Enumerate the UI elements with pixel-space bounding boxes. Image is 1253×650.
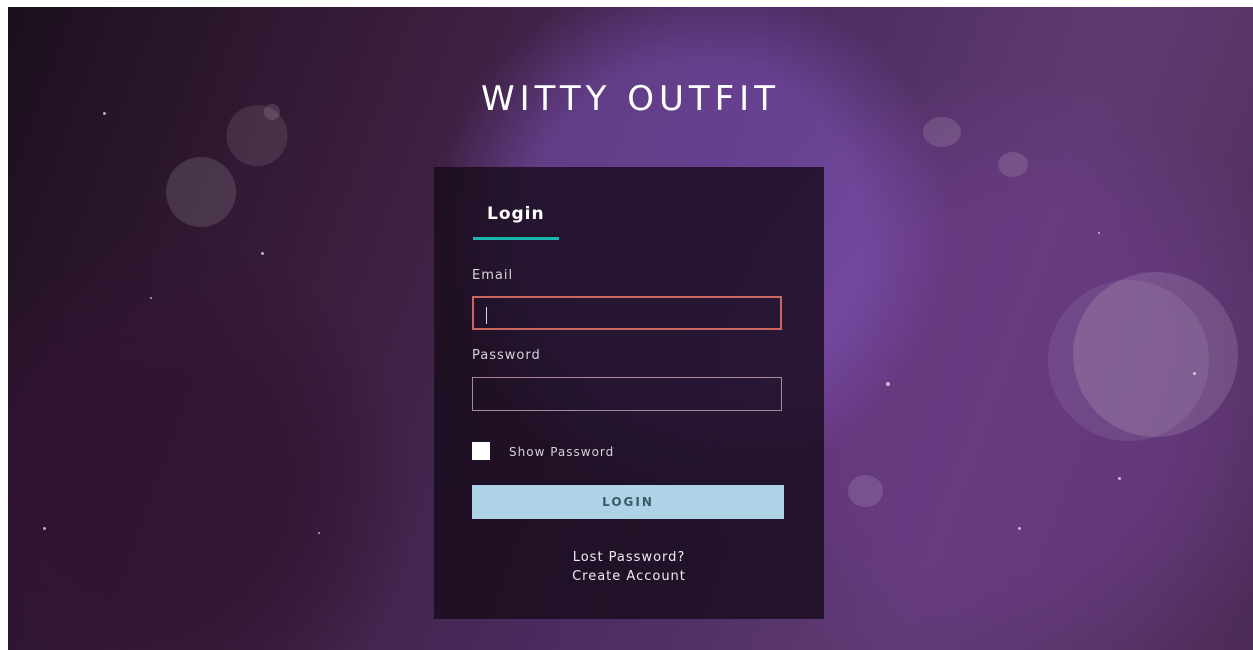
email-field[interactable] [472, 296, 782, 330]
bokeh-speck [1193, 372, 1196, 375]
password-label: Password [472, 348, 541, 363]
text-cursor [486, 307, 487, 324]
bokeh-speck [1098, 232, 1100, 234]
bokeh-speck [1118, 477, 1121, 480]
show-password-checkbox[interactable] [472, 442, 490, 460]
tab-active-underline [473, 237, 559, 240]
bokeh-light [166, 157, 236, 227]
lost-password-link[interactable]: Lost Password? [434, 550, 824, 565]
bokeh-speck [1018, 527, 1021, 530]
bokeh-speck [318, 532, 320, 534]
create-account-link[interactable]: Create Account [434, 569, 824, 584]
bokeh-light [923, 117, 961, 147]
login-button[interactable]: LOGIN [472, 485, 784, 519]
email-label: Email [472, 268, 514, 283]
bokeh-light [848, 475, 883, 507]
background-image: WITTY OUTFIT Login Email Password Show P… [8, 7, 1253, 650]
bokeh-speck [150, 297, 152, 299]
brand-title: WITTY OUTFIT [481, 79, 780, 119]
bokeh-speck [43, 527, 46, 530]
tab-login[interactable]: Login [487, 204, 545, 224]
bokeh-light [1073, 272, 1238, 437]
login-panel: Login Email Password Show Password LOGIN… [434, 167, 824, 619]
password-field[interactable] [472, 377, 782, 411]
bokeh-light [998, 152, 1028, 177]
bokeh-speck [886, 382, 890, 386]
show-password-label: Show Password [509, 445, 615, 459]
bokeh-speck [261, 252, 264, 255]
